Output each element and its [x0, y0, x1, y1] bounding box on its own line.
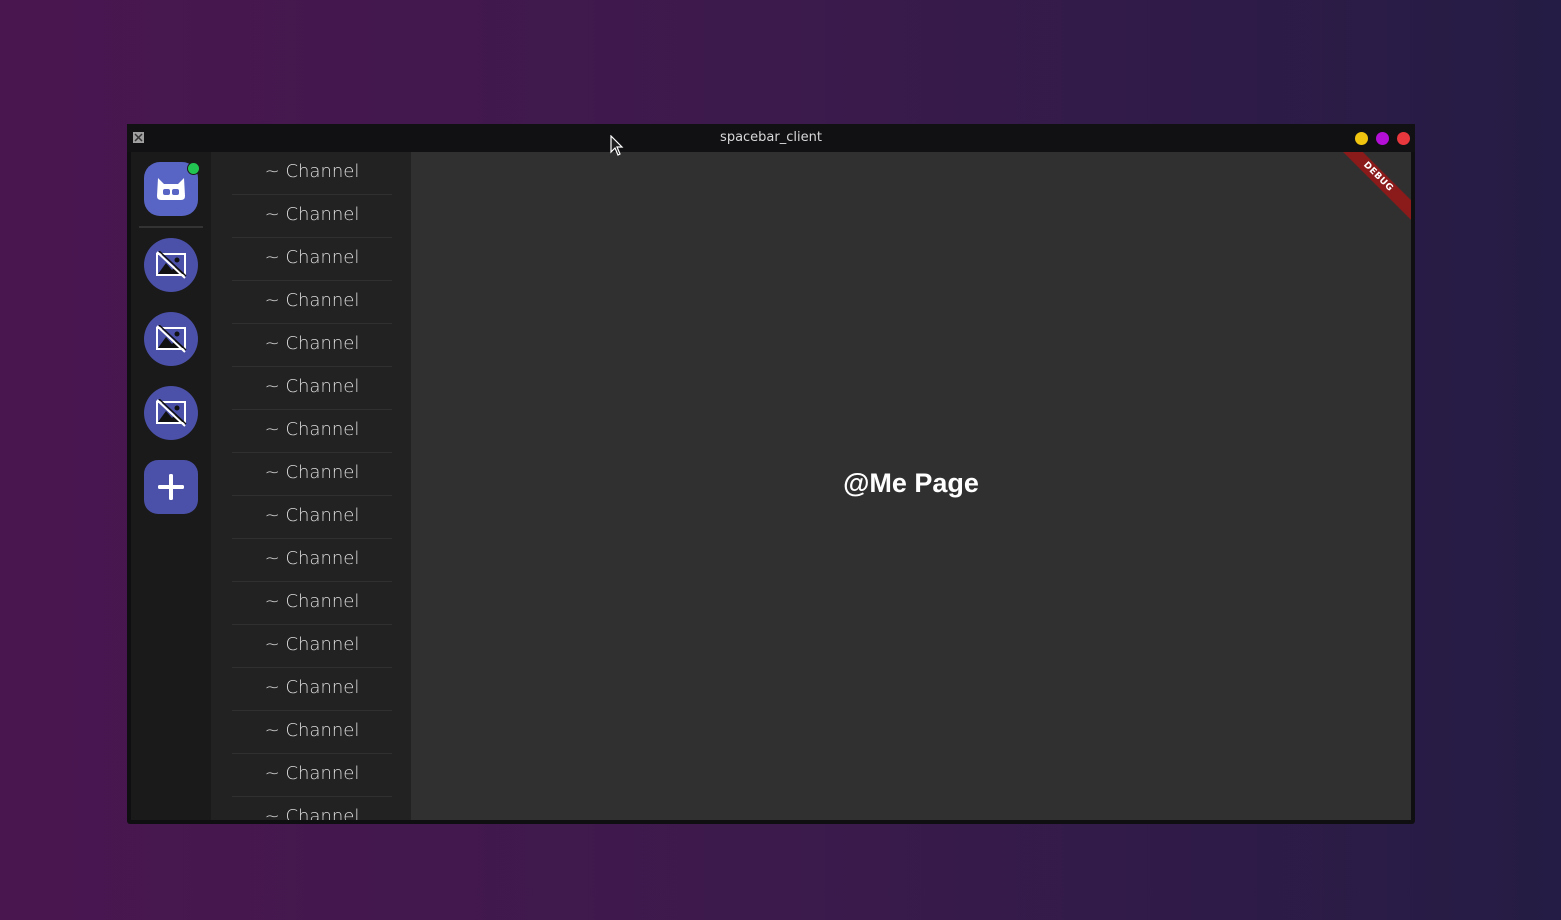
online-status-dot [187, 162, 200, 175]
broken-image-icon [156, 325, 187, 353]
broken-image-icon [156, 251, 187, 279]
app-window: spacebar_client ~ Channel ~ Channel ~ Ch… [127, 124, 1415, 824]
channel-item[interactable]: ~ Channel [232, 453, 392, 496]
channel-item[interactable]: ~ Channel [232, 496, 392, 539]
channel-list[interactable]: ~ Channel ~ Channel ~ Channel ~ Channel … [211, 152, 411, 820]
debug-banner: DEBUG [1334, 152, 1411, 221]
server-button-3[interactable] [144, 386, 198, 440]
main-content: @Me Page DEBUG [411, 152, 1411, 820]
channel-item[interactable]: ~ Channel [232, 754, 392, 797]
channel-item[interactable]: ~ Channel [232, 324, 392, 367]
mouse-cursor-icon [610, 135, 624, 156]
server-rail [131, 152, 211, 820]
broken-image-icon [156, 399, 187, 427]
add-server-button[interactable] [144, 460, 198, 514]
channel-item[interactable]: ~ Channel [232, 797, 392, 820]
title-bar[interactable]: spacebar_client [127, 124, 1415, 152]
channel-item[interactable]: ~ Channel [232, 539, 392, 582]
maximize-button[interactable] [1376, 132, 1389, 145]
channel-item[interactable]: ~ Channel [232, 668, 392, 711]
channel-item[interactable]: ~ Channel [232, 238, 392, 281]
server-button-2[interactable] [144, 312, 198, 366]
channel-item[interactable]: ~ Channel [232, 152, 392, 195]
client-area: ~ Channel ~ Channel ~ Channel ~ Channel … [131, 152, 1411, 820]
rail-divider [139, 226, 203, 228]
close-button[interactable] [1397, 132, 1410, 145]
discord-logo-icon [157, 178, 185, 200]
page-title: @Me Page [843, 468, 979, 498]
minimize-button[interactable] [1355, 132, 1368, 145]
channel-item[interactable]: ~ Channel [232, 582, 392, 625]
plus-icon [158, 474, 184, 500]
channel-item[interactable]: ~ Channel [232, 625, 392, 668]
channel-item[interactable]: ~ Channel [232, 711, 392, 754]
server-button-1[interactable] [144, 238, 198, 292]
window-title: spacebar_client [720, 130, 822, 145]
channel-item[interactable]: ~ Channel [232, 410, 392, 453]
channel-item[interactable]: ~ Channel [232, 281, 392, 324]
channel-item[interactable]: ~ Channel [232, 195, 392, 238]
channel-item[interactable]: ~ Channel [232, 367, 392, 410]
